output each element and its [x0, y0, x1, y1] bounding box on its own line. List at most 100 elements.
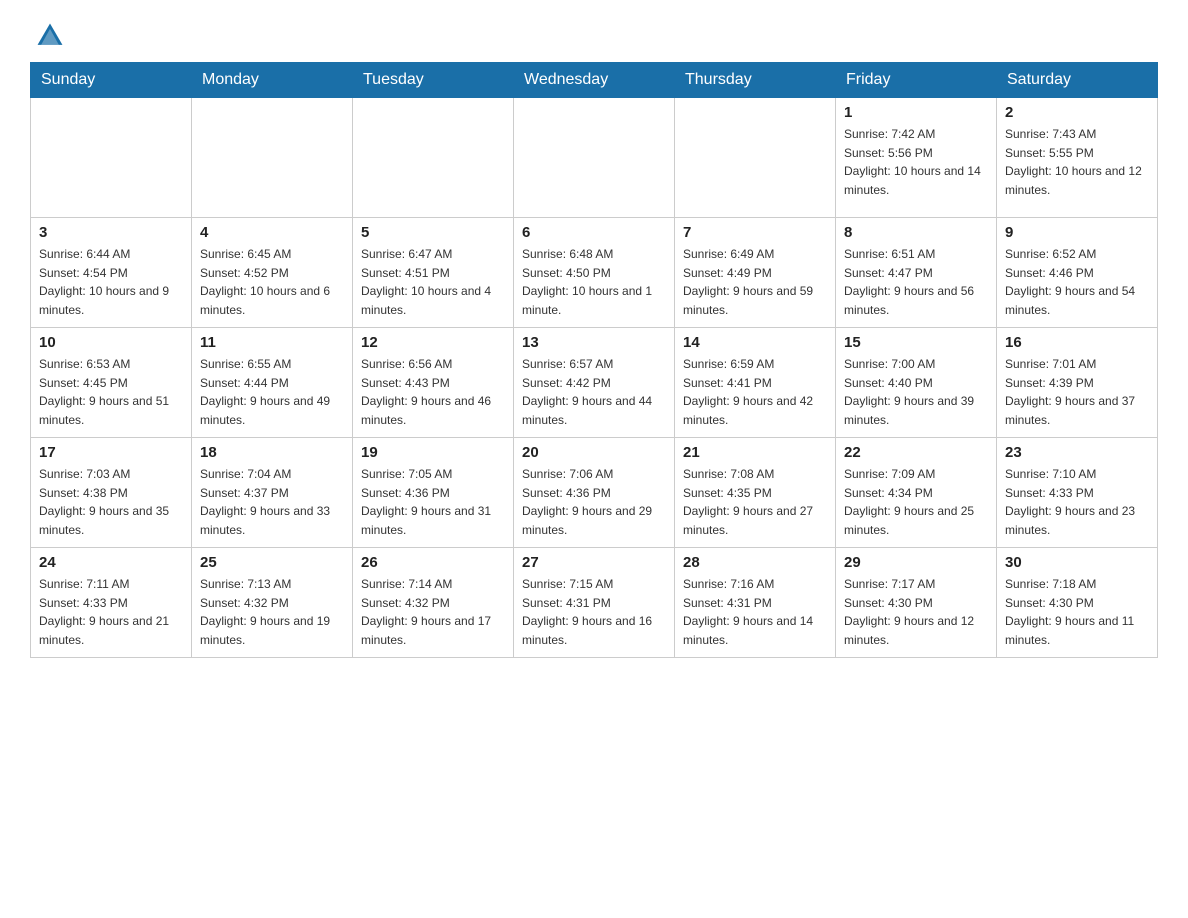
logo-icon: [34, 20, 66, 52]
calendar-cell: 15Sunrise: 7:00 AMSunset: 4:40 PMDayligh…: [836, 328, 997, 438]
day-detail: Sunrise: 7:09 AMSunset: 4:34 PMDaylight:…: [844, 465, 988, 539]
day-detail: Sunrise: 7:17 AMSunset: 4:30 PMDaylight:…: [844, 575, 988, 649]
weekday-header-sunday: Sunday: [31, 63, 192, 98]
calendar-cell: 3 Sunrise: 6:44 AMSunset: 4:54 PMDaylight…: [31, 218, 192, 328]
day-number: 6: [522, 224, 666, 241]
day-detail: Sunrise: 6:53 AMSunset: 4:45 PMDaylight:…: [39, 355, 183, 429]
calendar-cell: [514, 98, 675, 218]
calendar-cell: 19Sunrise: 7:05 AMSunset: 4:36 PMDayligh…: [353, 438, 514, 548]
day-number: 2: [1005, 104, 1149, 121]
calendar-cell: 5 Sunrise: 6:47 AMSunset: 4:51 PMDaylight…: [353, 218, 514, 328]
day-number: 7: [683, 224, 827, 241]
day-number: 24: [39, 554, 183, 571]
day-number: 21: [683, 444, 827, 461]
weekday-header-saturday: Saturday: [997, 63, 1158, 98]
day-detail: Sunrise: 7:11 AMSunset: 4:33 PMDaylight:…: [39, 575, 183, 649]
weekday-header-wednesday: Wednesday: [514, 63, 675, 98]
calendar-cell: [31, 98, 192, 218]
calendar-cell: 27 Sunrise: 7:15 AMSunset: 4:31 PMDayligh…: [514, 548, 675, 658]
day-number: 5: [361, 224, 505, 241]
day-number: 26: [361, 554, 505, 571]
logo: [30, 20, 70, 52]
week-row-5: 24 Sunrise: 7:11 AMSunset: 4:33 PMDayligh…: [31, 548, 1158, 658]
day-number: 11: [200, 334, 344, 351]
day-number: 23: [1005, 444, 1149, 461]
calendar-cell: 30 Sunrise: 7:18 AMSunset: 4:30 PMDayligh…: [997, 548, 1158, 658]
calendar-cell: 1Sunrise: 7:42 AMSunset: 5:56 PMDaylight…: [836, 98, 997, 218]
day-number: 9: [1005, 224, 1149, 241]
day-number: 10: [39, 334, 183, 351]
week-row-4: 17 Sunrise: 7:03 AMSunset: 4:38 PMDayligh…: [31, 438, 1158, 548]
calendar-cell: 16Sunrise: 7:01 AMSunset: 4:39 PMDayligh…: [997, 328, 1158, 438]
day-detail: Sunrise: 6:51 AMSunset: 4:47 PMDaylight:…: [844, 245, 988, 319]
day-detail: Sunrise: 7:15 AMSunset: 4:31 PMDaylight:…: [522, 575, 666, 649]
weekday-header-row: SundayMondayTuesdayWednesdayThursdayFrid…: [31, 63, 1158, 98]
calendar-cell: 20 Sunrise: 7:06 AMSunset: 4:36 PMDayligh…: [514, 438, 675, 548]
day-number: 8: [844, 224, 988, 241]
calendar-cell: 18 Sunrise: 7:04 AMSunset: 4:37 PMDayligh…: [192, 438, 353, 548]
day-number: 25: [200, 554, 344, 571]
day-detail: Sunrise: 7:18 AMSunset: 4:30 PMDaylight:…: [1005, 575, 1149, 649]
calendar-cell: [675, 98, 836, 218]
day-detail: Sunrise: 7:13 AMSunset: 4:32 PMDaylight:…: [200, 575, 344, 649]
page-header: [30, 20, 1158, 52]
calendar-cell: 2 Sunrise: 7:43 AMSunset: 5:55 PMDaylight…: [997, 98, 1158, 218]
day-number: 14: [683, 334, 827, 351]
day-number: 20: [522, 444, 666, 461]
calendar-cell: 29 Sunrise: 7:17 AMSunset: 4:30 PMDayligh…: [836, 548, 997, 658]
day-number: 15: [844, 334, 988, 351]
day-number: 18: [200, 444, 344, 461]
calendar-table: SundayMondayTuesdayWednesdayThursdayFrid…: [30, 62, 1158, 658]
day-detail: Sunrise: 6:47 AMSunset: 4:51 PMDaylight:…: [361, 245, 505, 319]
day-number: 28: [683, 554, 827, 571]
calendar-cell: 17 Sunrise: 7:03 AMSunset: 4:38 PMDayligh…: [31, 438, 192, 548]
day-detail: Sunrise: 6:45 AMSunset: 4:52 PMDaylight:…: [200, 245, 344, 319]
day-detail: Sunrise: 7:08 AMSunset: 4:35 PMDaylight:…: [683, 465, 827, 539]
calendar-cell: 8 Sunrise: 6:51 AMSunset: 4:47 PMDaylight…: [836, 218, 997, 328]
weekday-header-thursday: Thursday: [675, 63, 836, 98]
weekday-header-monday: Monday: [192, 63, 353, 98]
calendar-cell: 9Sunrise: 6:52 AMSunset: 4:46 PMDaylight…: [997, 218, 1158, 328]
weekday-header-friday: Friday: [836, 63, 997, 98]
day-detail: Sunrise: 6:59 AMSunset: 4:41 PMDaylight:…: [683, 355, 827, 429]
calendar-cell: 26Sunrise: 7:14 AMSunset: 4:32 PMDayligh…: [353, 548, 514, 658]
calendar-cell: 13Sunrise: 6:57 AMSunset: 4:42 PMDayligh…: [514, 328, 675, 438]
day-number: 13: [522, 334, 666, 351]
calendar-cell: [353, 98, 514, 218]
day-number: 27: [522, 554, 666, 571]
day-number: 12: [361, 334, 505, 351]
day-number: 29: [844, 554, 988, 571]
day-detail: Sunrise: 7:03 AMSunset: 4:38 PMDaylight:…: [39, 465, 183, 539]
day-detail: Sunrise: 6:44 AMSunset: 4:54 PMDaylight:…: [39, 245, 183, 319]
day-detail: Sunrise: 6:48 AMSunset: 4:50 PMDaylight:…: [522, 245, 666, 319]
day-number: 30: [1005, 554, 1149, 571]
calendar-cell: 4 Sunrise: 6:45 AMSunset: 4:52 PMDaylight…: [192, 218, 353, 328]
day-detail: Sunrise: 7:42 AMSunset: 5:56 PMDaylight:…: [844, 125, 988, 199]
day-detail: Sunrise: 7:43 AMSunset: 5:55 PMDaylight:…: [1005, 125, 1149, 199]
day-detail: Sunrise: 7:01 AMSunset: 4:39 PMDaylight:…: [1005, 355, 1149, 429]
week-row-1: 1Sunrise: 7:42 AMSunset: 5:56 PMDaylight…: [31, 98, 1158, 218]
day-detail: Sunrise: 7:04 AMSunset: 4:37 PMDaylight:…: [200, 465, 344, 539]
calendar-cell: 25 Sunrise: 7:13 AMSunset: 4:32 PMDayligh…: [192, 548, 353, 658]
day-detail: Sunrise: 7:06 AMSunset: 4:36 PMDaylight:…: [522, 465, 666, 539]
day-number: 3: [39, 224, 183, 241]
calendar-cell: 28 Sunrise: 7:16 AMSunset: 4:31 PMDayligh…: [675, 548, 836, 658]
calendar-cell: [192, 98, 353, 218]
day-number: 17: [39, 444, 183, 461]
calendar-cell: 11 Sunrise: 6:55 AMSunset: 4:44 PMDayligh…: [192, 328, 353, 438]
calendar-cell: 6 Sunrise: 6:48 AMSunset: 4:50 PMDaylight…: [514, 218, 675, 328]
day-detail: Sunrise: 7:16 AMSunset: 4:31 PMDaylight:…: [683, 575, 827, 649]
week-row-3: 10 Sunrise: 6:53 AMSunset: 4:45 PMDayligh…: [31, 328, 1158, 438]
calendar-cell: 22 Sunrise: 7:09 AMSunset: 4:34 PMDayligh…: [836, 438, 997, 548]
day-detail: Sunrise: 6:56 AMSunset: 4:43 PMDaylight:…: [361, 355, 505, 429]
day-number: 4: [200, 224, 344, 241]
calendar-cell: 10 Sunrise: 6:53 AMSunset: 4:45 PMDayligh…: [31, 328, 192, 438]
weekday-header-tuesday: Tuesday: [353, 63, 514, 98]
calendar-cell: 14 Sunrise: 6:59 AMSunset: 4:41 PMDayligh…: [675, 328, 836, 438]
day-number: 22: [844, 444, 988, 461]
calendar-cell: 12 Sunrise: 6:56 AMSunset: 4:43 PMDayligh…: [353, 328, 514, 438]
calendar-cell: 23 Sunrise: 7:10 AMSunset: 4:33 PMDayligh…: [997, 438, 1158, 548]
week-row-2: 3 Sunrise: 6:44 AMSunset: 4:54 PMDaylight…: [31, 218, 1158, 328]
day-detail: Sunrise: 7:10 AMSunset: 4:33 PMDaylight:…: [1005, 465, 1149, 539]
day-detail: Sunrise: 6:55 AMSunset: 4:44 PMDaylight:…: [200, 355, 344, 429]
